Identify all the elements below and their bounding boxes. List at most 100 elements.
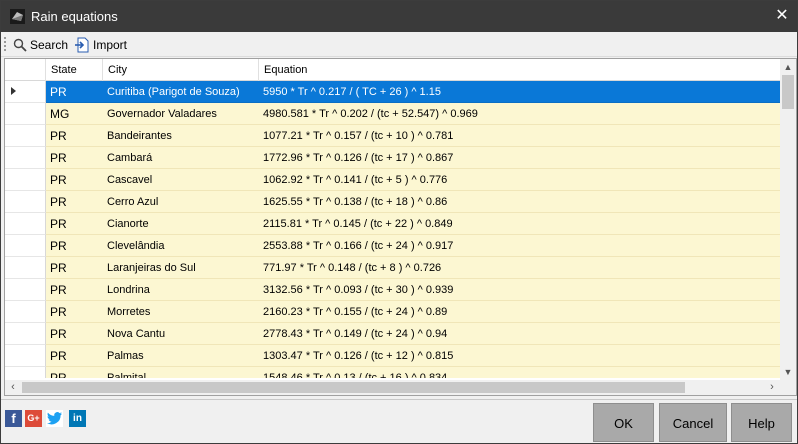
table-row[interactable]: PR Cerro Azul 1625.55 * Tr ^ 0.138 / (tc… xyxy=(5,191,780,213)
city-cell[interactable]: Palmital xyxy=(103,367,259,378)
state-cell[interactable]: PR xyxy=(46,147,103,169)
table-row[interactable]: PR Cianorte 2115.81 * Tr ^ 0.145 / (tc +… xyxy=(5,213,780,235)
city-cell[interactable]: Morretes xyxy=(103,301,259,323)
city-cell[interactable]: Laranjeiras do Sul xyxy=(103,257,259,279)
equation-cell[interactable]: 2778.43 * Tr ^ 0.149 / (tc + 24 ) ^ 0.94 xyxy=(259,323,780,345)
vertical-scrollbar[interactable]: ▲ ▼ xyxy=(780,59,796,380)
state-cell[interactable]: PR xyxy=(46,257,103,279)
cancel-button[interactable]: Cancel xyxy=(659,403,727,442)
scroll-right-icon[interactable]: › xyxy=(764,380,780,395)
column-header-state[interactable]: State xyxy=(46,59,103,81)
row-selector[interactable] xyxy=(5,367,46,378)
toolbar-grip[interactable] xyxy=(4,37,6,51)
equation-cell[interactable]: 771.97 * Tr ^ 0.148 / (tc + 8 ) ^ 0.726 xyxy=(259,257,780,279)
equation-cell[interactable]: 3132.56 * Tr ^ 0.093 / (tc + 30 ) ^ 0.93… xyxy=(259,279,780,301)
table-row[interactable]: PR Nova Cantu 2778.43 * Tr ^ 0.149 / (tc… xyxy=(5,323,780,345)
table-row[interactable]: PR Londrina 3132.56 * Tr ^ 0.093 / (tc +… xyxy=(5,279,780,301)
equation-cell[interactable]: 1772.96 * Tr ^ 0.126 / (tc + 17 ) ^ 0.86… xyxy=(259,147,780,169)
equation-cell[interactable]: 1077.21 * Tr ^ 0.157 / (tc + 10 ) ^ 0.78… xyxy=(259,125,780,147)
import-label: Import xyxy=(93,37,128,52)
equation-cell[interactable]: 1548.46 * Tr ^ 0.13 / (tc + 16 ) ^ 0.834 xyxy=(259,367,780,378)
state-cell[interactable]: PR xyxy=(46,81,103,103)
table-row[interactable]: PR Bandeirantes 1077.21 * Tr ^ 0.157 / (… xyxy=(5,125,780,147)
row-selector[interactable] xyxy=(5,213,46,235)
state-cell[interactable]: PR xyxy=(46,301,103,323)
twitter-icon[interactable] xyxy=(46,410,63,427)
equation-cell[interactable]: 2553.88 * Tr ^ 0.166 / (tc + 24 ) ^ 0.91… xyxy=(259,235,780,257)
equation-cell[interactable]: 1303.47 * Tr ^ 0.126 / (tc + 12 ) ^ 0.81… xyxy=(259,345,780,367)
horizontal-scroll-thumb[interactable] xyxy=(22,382,685,393)
row-selector[interactable] xyxy=(5,279,46,301)
state-cell[interactable]: PR xyxy=(46,213,103,235)
vertical-scroll-thumb[interactable] xyxy=(782,75,794,109)
row-selector[interactable] xyxy=(5,323,46,345)
equation-cell[interactable]: 1062.92 * Tr ^ 0.141 / (tc + 5 ) ^ 0.776 xyxy=(259,169,780,191)
close-icon: ✕ xyxy=(775,7,789,24)
column-header-city[interactable]: City xyxy=(103,59,259,81)
city-cell[interactable]: Palmas xyxy=(103,345,259,367)
google-plus-icon[interactable]: G+ xyxy=(25,410,42,427)
equation-cell[interactable]: 5950 * Tr ^ 0.217 / ( TC + 26 ) ^ 1.15 xyxy=(259,81,780,103)
equation-cell[interactable]: 2160.23 * Tr ^ 0.155 / (tc + 24 ) ^ 0.89 xyxy=(259,301,780,323)
grid-rows: PR Curitiba (Parigot de Souza) 5950 * Tr… xyxy=(5,81,780,378)
scroll-up-icon[interactable]: ▲ xyxy=(780,59,796,75)
city-cell[interactable]: Nova Cantu xyxy=(103,323,259,345)
search-button[interactable]: Search xyxy=(13,36,68,53)
row-selector[interactable] xyxy=(5,147,46,169)
row-selector[interactable] xyxy=(5,235,46,257)
city-cell[interactable]: Cascavel xyxy=(103,169,259,191)
city-cell[interactable]: Cerro Azul xyxy=(103,191,259,213)
state-cell[interactable]: PR xyxy=(46,279,103,301)
row-selector[interactable] xyxy=(5,257,46,279)
city-cell[interactable]: Londrina xyxy=(103,279,259,301)
title-bar: Rain equations ✕ xyxy=(1,1,797,32)
state-cell[interactable]: PR xyxy=(46,191,103,213)
table-row[interactable]: PR Palmital 1548.46 * Tr ^ 0.13 / (tc + … xyxy=(5,367,780,378)
row-selector[interactable] xyxy=(5,81,46,103)
table-row[interactable]: PR Palmas 1303.47 * Tr ^ 0.126 / (tc + 1… xyxy=(5,345,780,367)
equation-cell[interactable]: 1625.55 * Tr ^ 0.138 / (tc + 18 ) ^ 0.86 xyxy=(259,191,780,213)
ok-button[interactable]: OK xyxy=(593,403,654,442)
row-selector[interactable] xyxy=(5,125,46,147)
table-row[interactable]: PR Cambará 1772.96 * Tr ^ 0.126 / (tc + … xyxy=(5,147,780,169)
horizontal-scrollbar[interactable]: ‹ › xyxy=(5,380,780,395)
city-cell[interactable]: Curitiba (Parigot de Souza) xyxy=(103,81,259,103)
row-selector[interactable] xyxy=(5,103,46,125)
column-header-equation[interactable]: Equation xyxy=(259,59,780,81)
table-row[interactable]: PR Cascavel 1062.92 * Tr ^ 0.141 / (tc +… xyxy=(5,169,780,191)
row-selector[interactable] xyxy=(5,345,46,367)
table-row[interactable]: PR Clevelândia 2553.88 * Tr ^ 0.166 / (t… xyxy=(5,235,780,257)
scroll-down-icon[interactable]: ▼ xyxy=(780,364,796,380)
search-icon xyxy=(13,38,27,52)
state-cell[interactable]: PR xyxy=(46,345,103,367)
city-cell[interactable]: Bandeirantes xyxy=(103,125,259,147)
app-icon xyxy=(10,9,25,24)
equation-cell[interactable]: 2115.81 * Tr ^ 0.145 / (tc + 22 ) ^ 0.84… xyxy=(259,213,780,235)
table-row[interactable]: MG Governador Valadares 4980.581 * Tr ^ … xyxy=(5,103,780,125)
linkedin-icon[interactable]: in xyxy=(69,410,86,427)
state-cell[interactable]: MG xyxy=(46,103,103,125)
help-button[interactable]: Help xyxy=(731,403,792,442)
row-selector[interactable] xyxy=(5,191,46,213)
facebook-icon[interactable]: f xyxy=(5,410,22,427)
state-cell[interactable]: PR xyxy=(46,323,103,345)
row-selector[interactable] xyxy=(5,169,46,191)
state-cell[interactable]: PR xyxy=(46,169,103,191)
equation-cell[interactable]: 4980.581 * Tr ^ 0.202 / (tc + 52.547) ^ … xyxy=(259,103,780,125)
state-cell[interactable]: PR xyxy=(46,125,103,147)
state-cell[interactable]: PR xyxy=(46,235,103,257)
state-cell[interactable]: PR xyxy=(46,367,103,378)
import-icon xyxy=(75,37,89,52)
row-selector[interactable] xyxy=(5,301,46,323)
table-row[interactable]: PR Laranjeiras do Sul 771.97 * Tr ^ 0.14… xyxy=(5,257,780,279)
city-cell[interactable]: Cambará xyxy=(103,147,259,169)
table-row[interactable]: PR Curitiba (Parigot de Souza) 5950 * Tr… xyxy=(5,81,780,103)
table-row[interactable]: PR Morretes 2160.23 * Tr ^ 0.155 / (tc +… xyxy=(5,301,780,323)
city-cell[interactable]: Cianorte xyxy=(103,213,259,235)
scroll-left-icon[interactable]: ‹ xyxy=(5,380,21,395)
city-cell[interactable]: Governador Valadares xyxy=(103,103,259,125)
close-button[interactable]: ✕ xyxy=(767,1,797,32)
import-button[interactable]: Import xyxy=(75,36,127,53)
city-cell[interactable]: Clevelândia xyxy=(103,235,259,257)
rain-equations-dialog: Rain equations ✕ Search Import State Cit… xyxy=(0,0,798,444)
